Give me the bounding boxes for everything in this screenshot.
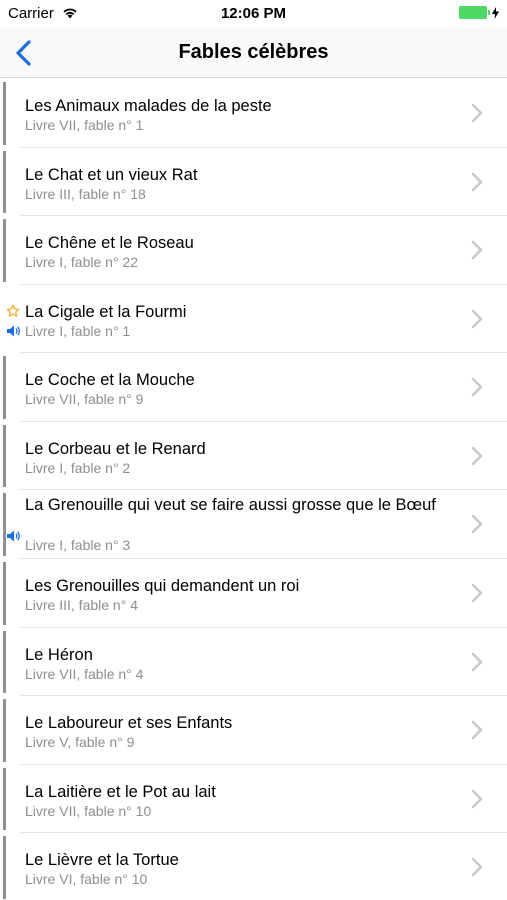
chevron-right-icon — [471, 857, 483, 877]
clock: 12:06 PM — [220, 5, 287, 22]
fable-subtitle: Livre I, fable n° 2 — [25, 459, 131, 476]
page-title: Fables célèbres — [178, 41, 329, 63]
row-indicator-bar — [3, 699, 6, 762]
fable-title: Le Laboureur et ses Enfants — [25, 714, 233, 732]
fable-subtitle: Livre I, fable n° 22 — [25, 254, 138, 270]
fable-subtitle: Livre I, fable n° 1 — [25, 322, 131, 339]
star-icon — [6, 304, 20, 323]
fable-title: Les Grenouilles qui demandent un roi — [25, 577, 300, 595]
speaker-icon — [7, 529, 21, 547]
fable-title: La Grenouille qui veut se faire aussi gr… — [25, 496, 436, 514]
row-indicator-bar — [3, 150, 6, 213]
row-indicator-bar — [3, 424, 6, 487]
row-indicator-bar — [3, 767, 6, 830]
fable-row[interactable]: Le Coche et la Mouche Livre VII, fable n°… — [0, 353, 507, 422]
fable-subtitle: Livre III, fable n° 4 — [25, 597, 138, 613]
speaker-icon — [7, 324, 21, 342]
row-indicator-bar — [3, 630, 6, 693]
fable-row[interactable]: Le Corbeau et le Renard Livre I, fable n°… — [0, 422, 507, 490]
fable-subtitle: Livre VI, fable n° 10 — [25, 871, 148, 887]
fable-subtitle: Livre VII, fable n° 4 — [25, 665, 144, 682]
chevron-right-icon — [471, 652, 483, 672]
fable-row[interactable]: Les Grenouilles qui demandent un roi Livr… — [0, 559, 507, 628]
row-indicator-bar — [3, 562, 6, 625]
chevron-right-icon — [471, 240, 483, 260]
row-indicator-bar — [3, 82, 6, 145]
fable-title: Le Lièvre et la Tortue — [25, 851, 179, 869]
fable-row[interactable]: Les Animaux malades de la peste Livre VII… — [0, 79, 507, 148]
fable-row[interactable]: La Cigale et la Fourmi Livre I, fable n° … — [0, 285, 507, 353]
chevron-right-icon — [471, 172, 483, 192]
row-indicator-bar — [3, 356, 6, 419]
chevron-right-icon — [471, 514, 483, 534]
fable-subtitle: Livre V, fable n° 9 — [25, 734, 135, 750]
fable-row[interactable]: Le Laboureur et ses Enfants Livre V, fabl… — [0, 696, 507, 765]
chevron-right-icon — [471, 789, 483, 809]
chevron-right-icon — [471, 377, 483, 397]
fable-row[interactable]: La Grenouille qui veut se faire aussi gr… — [0, 490, 507, 559]
chevron-right-icon — [471, 583, 483, 603]
fable-title: Le Chat et un vieux Rat — [25, 165, 198, 184]
chevron-right-icon — [471, 720, 483, 740]
fable-subtitle: Livre VII, fable n° 1 — [25, 117, 144, 133]
fable-subtitle: Livre VII, fable n° 9 — [25, 391, 144, 407]
fable-title: Le Héron — [25, 645, 93, 664]
fable-row[interactable]: Le Chat et un vieux Rat Livre III, fable … — [0, 148, 507, 216]
row-indicator-bar — [3, 219, 6, 282]
fable-title: Le Chêne et le Roseau — [25, 234, 194, 252]
fable-row[interactable]: La Laitière et le Pot au lait Livre VII, … — [0, 765, 507, 833]
row-indicator-bar — [3, 493, 6, 556]
status-bar: Carrier 12:06 PM — [0, 0, 507, 28]
fable-title: La Cigale et la Fourmi — [25, 302, 187, 321]
fable-list: Les Animaux malades de la peste Livre VII… — [0, 79, 507, 900]
fable-title: Le Coche et la Mouche — [25, 371, 195, 389]
fable-title: Le Corbeau et le Renard — [25, 439, 206, 458]
fable-row[interactable]: Le Héron Livre VII, fable n° 4 — [0, 628, 507, 696]
chevron-right-icon — [471, 103, 483, 123]
row-indicator-bar — [3, 836, 6, 899]
navigation-bar: Fables célèbres — [0, 28, 507, 78]
fable-subtitle: Livre VII, fable n° 10 — [25, 802, 152, 819]
fable-row[interactable]: Le Chêne et le Roseau Livre I, fable n° 2… — [0, 216, 507, 285]
fable-title: La Laitière et le Pot au lait — [25, 782, 216, 801]
fable-title: Les Animaux malades de la peste — [25, 97, 272, 115]
fable-row[interactable]: Le Lièvre et la Tortue Livre VI, fable n°… — [0, 833, 507, 900]
fable-subtitle: Livre I, fable n° 3 — [25, 537, 131, 553]
battery-icon — [459, 6, 499, 19]
chevron-right-icon — [471, 446, 483, 466]
chevron-right-icon — [471, 309, 483, 329]
fable-subtitle: Livre III, fable n° 18 — [25, 185, 146, 202]
